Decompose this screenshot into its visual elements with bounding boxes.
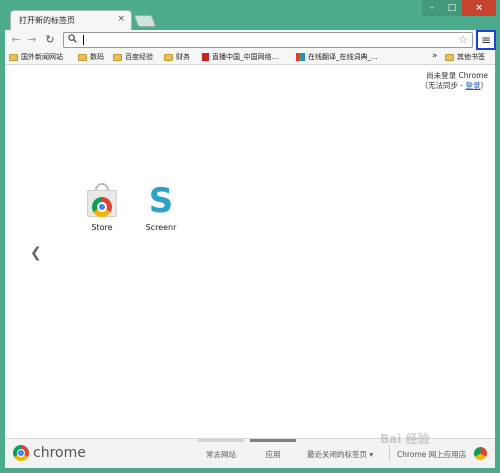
screenr-icon: S xyxy=(148,181,174,221)
bookmark-star-icon[interactable]: ☆ xyxy=(458,33,468,46)
new-tab-button[interactable] xyxy=(133,15,157,27)
tab-label: 应用 xyxy=(265,450,281,459)
recently-closed-menu[interactable]: 最近关闭的标签页 ▾ xyxy=(307,449,373,460)
chrome-web-store-icon xyxy=(84,183,120,219)
tab-apps[interactable]: 应用 xyxy=(250,439,296,460)
chrome-wordmark: chrome xyxy=(33,445,86,461)
new-tab-page: 尚未登录 Chrome （无法同步 - 登录） Store S Screenr … xyxy=(5,65,495,438)
app-label: Store xyxy=(91,223,113,232)
bookmark-label: 百度经验 xyxy=(125,53,153,61)
bookmark-label: 在线翻译_在线词典_... xyxy=(308,53,378,61)
chrome-menu-button[interactable]: ≡ xyxy=(476,30,496,50)
web-store-icon[interactable] xyxy=(474,447,487,460)
back-button[interactable]: ← xyxy=(9,33,23,47)
folder-icon xyxy=(9,53,18,61)
bookmark-label: 直播中国_中国网络... xyxy=(212,53,279,61)
bookmark-item[interactable]: 直播中国_中国网络... xyxy=(202,52,278,62)
other-bookmarks-label: 其他书签 xyxy=(457,53,485,61)
folder-icon xyxy=(164,53,173,61)
reload-button[interactable]: ↻ xyxy=(43,33,57,47)
bookmark-item[interactable]: 国外新闻网站 xyxy=(9,52,63,62)
page-icon xyxy=(296,53,305,61)
search-icon xyxy=(68,34,77,46)
close-tab-icon[interactable]: × xyxy=(117,14,125,24)
window-controls: – □ × xyxy=(422,0,496,16)
browser-window: 打开新的标签页 × – □ × ← → ↻ ☆ ≡ 国外新闻网站 数码 百度经验… xyxy=(0,0,500,473)
tab-title: 打开新的标签页 xyxy=(19,16,75,25)
bookmark-item[interactable]: 财务 xyxy=(164,52,190,62)
tab-new-tab[interactable]: 打开新的标签页 × xyxy=(10,10,132,30)
tab-label: 常去网站 xyxy=(206,450,236,459)
toolbar: ← → ↻ ☆ ≡ xyxy=(5,30,496,50)
bookmarks-bar: 国外新闻网站 数码 百度经验 财务 直播中国_中国网络... 在线翻译_在线词典… xyxy=(5,50,495,65)
previous-page-arrow[interactable]: ❮ xyxy=(30,245,42,261)
signin-prefix: （无法同步 - xyxy=(420,81,466,90)
divider xyxy=(389,445,390,461)
bookmark-label: 国外新闻网站 xyxy=(21,53,63,61)
bookmark-label: 财务 xyxy=(176,53,190,61)
forward-button[interactable]: → xyxy=(25,33,39,47)
signin-suffix: ） xyxy=(480,81,489,90)
bookmark-item[interactable]: 数码 xyxy=(78,52,104,62)
web-store-link[interactable]: Chrome 网上应用店 xyxy=(397,449,466,460)
folder-icon xyxy=(78,53,87,61)
bookmark-item[interactable]: 在线翻译_在线词典_... xyxy=(296,52,378,62)
bookmark-label: 数码 xyxy=(90,53,104,61)
close-window-button[interactable]: × xyxy=(462,0,496,16)
watermark: Bai 经验 xyxy=(380,432,430,446)
tab-indicator xyxy=(198,439,244,442)
folder-icon xyxy=(445,53,454,61)
omnibox[interactable]: ☆ xyxy=(63,32,473,48)
signin-sync-line: （无法同步 - 登录） xyxy=(421,80,488,91)
hamburger-menu-icon: ≡ xyxy=(480,33,492,47)
page-icon xyxy=(202,53,209,61)
bookmarks-overflow-button[interactable]: » xyxy=(432,51,438,61)
maximize-button[interactable]: □ xyxy=(442,0,462,16)
chrome-logo: chrome xyxy=(13,445,86,461)
tab-indicator xyxy=(250,439,296,442)
app-store[interactable]: Store xyxy=(77,183,127,232)
address-input[interactable] xyxy=(82,34,452,46)
folder-icon xyxy=(113,53,122,61)
tab-most-visited[interactable]: 常去网站 xyxy=(198,439,244,460)
minimize-button[interactable]: – xyxy=(422,0,442,16)
app-screenr[interactable]: S Screenr xyxy=(136,183,186,232)
chrome-icon xyxy=(13,445,29,461)
signin-link[interactable]: 登录 xyxy=(466,81,481,90)
bookmark-item[interactable]: 百度经验 xyxy=(113,52,153,62)
other-bookmarks[interactable]: 其他书签 xyxy=(445,52,485,62)
app-label: Screenr xyxy=(145,223,177,232)
